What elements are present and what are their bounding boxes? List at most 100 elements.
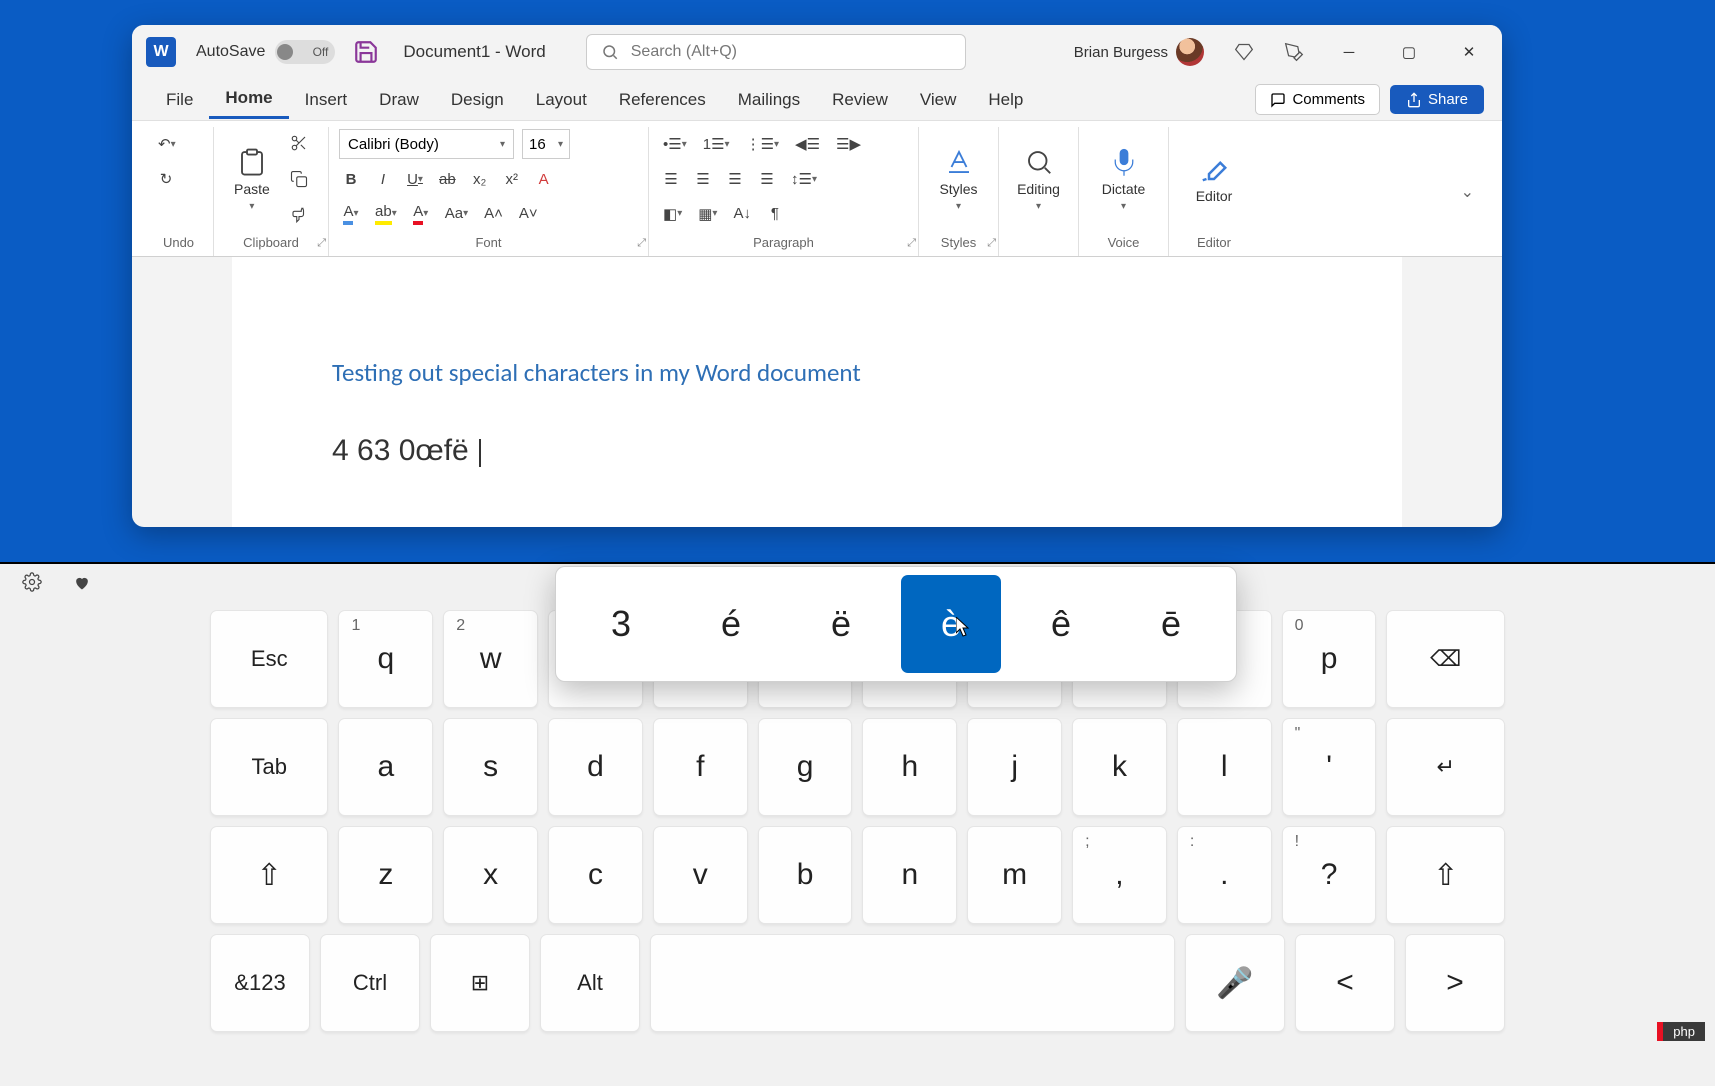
osk-clipboard-icon[interactable]	[72, 572, 92, 597]
autosave-toggle[interactable]: Off	[275, 40, 335, 64]
osk-key-Alt[interactable]: Alt	[540, 934, 640, 1032]
diamond-icon[interactable]	[1224, 32, 1264, 72]
cut-button[interactable]	[286, 130, 312, 156]
clear-format-button[interactable]: A	[532, 166, 556, 192]
osk-key-⇧[interactable]: ⇧	[1386, 826, 1504, 924]
osk-key-z[interactable]: z	[338, 826, 433, 924]
change-case-button[interactable]: Aa▾	[441, 201, 472, 227]
osk-key-a[interactable]: a	[338, 718, 433, 816]
font-dialog-launcher[interactable]: ⤢	[637, 237, 646, 250]
accent-option-e-acute[interactable]: é	[681, 575, 781, 673]
show-marks-button[interactable]: ¶	[763, 201, 787, 227]
accent-option-3[interactable]: 3	[571, 575, 671, 673]
comments-button[interactable]: Comments	[1255, 84, 1380, 115]
tab-references[interactable]: References	[603, 82, 722, 118]
repeat-button[interactable]: ↻	[154, 166, 178, 192]
osk-settings-icon[interactable]	[22, 572, 42, 597]
accent-option-e-circumflex[interactable]: ê	[1011, 575, 1111, 673]
text-effects-button[interactable]: A▾	[339, 201, 363, 227]
osk-key-space[interactable]	[650, 934, 1175, 1032]
osk-key-c[interactable]: c	[548, 826, 643, 924]
italic-button[interactable]: I	[371, 166, 395, 192]
bullets-button[interactable]: •☰▾	[659, 131, 691, 157]
save-icon[interactable]	[353, 39, 379, 65]
osk-key-Esc[interactable]: Esc	[210, 610, 328, 708]
osk-key-&123[interactable]: &123	[210, 934, 310, 1032]
tab-help[interactable]: Help	[972, 82, 1039, 118]
osk-key-<[interactable]: <	[1295, 934, 1395, 1032]
user-account[interactable]: Brian Burgess	[1074, 38, 1204, 66]
bold-button[interactable]: B	[339, 166, 363, 192]
tab-layout[interactable]: Layout	[520, 82, 603, 118]
tab-draw[interactable]: Draw	[363, 82, 435, 118]
styles-button[interactable]: Styles ▾	[929, 127, 988, 231]
osk-key-s[interactable]: s	[443, 718, 538, 816]
borders-button[interactable]: ▦▾	[694, 201, 721, 227]
font-color-button[interactable]: A▾	[409, 201, 433, 227]
superscript-button[interactable]: x²	[500, 166, 524, 192]
align-right-button[interactable]: ☰	[723, 166, 747, 192]
osk-key-n[interactable]: n	[862, 826, 957, 924]
shrink-font-button[interactable]: A˅	[515, 201, 542, 227]
tab-view[interactable]: View	[904, 82, 973, 118]
osk-key-l[interactable]: l	[1177, 718, 1272, 816]
document-canvas[interactable]: Testing out special characters in my Wor…	[232, 257, 1402, 527]
numbering-button[interactable]: 1☰▾	[699, 131, 734, 157]
osk-key-v[interactable]: v	[653, 826, 748, 924]
styles-dialog-launcher[interactable]: ⤢	[987, 237, 996, 250]
decrease-indent-button[interactable]: ◀☰	[791, 131, 824, 157]
grow-font-button[interactable]: A˄	[480, 201, 507, 227]
osk-key-d[interactable]: d	[548, 718, 643, 816]
strikethrough-button[interactable]: ab	[435, 166, 460, 192]
undo-button[interactable]: ↶▾	[154, 131, 180, 157]
increase-indent-button[interactable]: ☰▶	[832, 131, 865, 157]
underline-button[interactable]: U▾	[403, 166, 427, 192]
minimize-button[interactable]: ─	[1324, 32, 1374, 72]
osk-key-x[interactable]: x	[443, 826, 538, 924]
search-box[interactable]: Search (Alt+Q)	[586, 34, 966, 70]
osk-key-?[interactable]: !?	[1282, 826, 1377, 924]
sort-button[interactable]: A↓	[729, 201, 755, 227]
osk-key-m[interactable]: m	[967, 826, 1062, 924]
accent-option-e-macron[interactable]: ē	[1121, 575, 1221, 673]
accent-option-e-diaeresis[interactable]: ë	[791, 575, 891, 673]
tab-home[interactable]: Home	[209, 80, 288, 119]
osk-key-'[interactable]: "'	[1282, 718, 1377, 816]
close-button[interactable]: ✕	[1444, 32, 1494, 72]
osk-key->[interactable]: >	[1405, 934, 1505, 1032]
osk-key-,[interactable]: ;,	[1072, 826, 1167, 924]
osk-key-↵[interactable]: ↵	[1386, 718, 1504, 816]
osk-key-⊞[interactable]: ⊞	[430, 934, 530, 1032]
osk-key-⌫[interactable]: ⌫	[1386, 610, 1504, 708]
tab-file[interactable]: File	[150, 82, 209, 118]
tab-insert[interactable]: Insert	[289, 82, 364, 118]
tab-mailings[interactable]: Mailings	[722, 82, 816, 118]
align-center-button[interactable]: ☰	[691, 166, 715, 192]
osk-key-b[interactable]: b	[758, 826, 853, 924]
align-left-button[interactable]: ☰	[659, 166, 683, 192]
pen-icon[interactable]	[1274, 32, 1314, 72]
osk-key-f[interactable]: f	[653, 718, 748, 816]
line-spacing-button[interactable]: ↕☰▾	[787, 166, 821, 192]
format-painter-button[interactable]	[286, 202, 312, 228]
osk-key-Tab[interactable]: Tab	[210, 718, 328, 816]
shading-button[interactable]: ◧▾	[659, 201, 686, 227]
dictate-button[interactable]: Dictate ▾	[1089, 127, 1158, 231]
paste-button[interactable]: Paste ▾	[224, 143, 280, 216]
editor-button[interactable]: Editor	[1179, 127, 1249, 231]
accent-option-e-grave[interactable]: è	[901, 575, 1001, 673]
osk-key-h[interactable]: h	[862, 718, 957, 816]
osk-key-⇧[interactable]: ⇧	[210, 826, 328, 924]
copy-button[interactable]	[286, 166, 312, 192]
osk-key-🎤[interactable]: 🎤	[1185, 934, 1285, 1032]
font-size-selector[interactable]: 16▾	[522, 129, 570, 159]
osk-key-.[interactable]: :.	[1177, 826, 1272, 924]
tab-design[interactable]: Design	[435, 82, 520, 118]
osk-key-p[interactable]: 0p	[1282, 610, 1377, 708]
clipboard-dialog-launcher[interactable]: ⤢	[317, 237, 326, 250]
font-selector[interactable]: Calibri (Body)▾	[339, 129, 514, 159]
paragraph-dialog-launcher[interactable]: ⤢	[907, 237, 916, 250]
highlight-button[interactable]: ab▾	[371, 201, 401, 227]
osk-key-w[interactable]: 2w	[443, 610, 538, 708]
maximize-button[interactable]: ▢	[1384, 32, 1434, 72]
